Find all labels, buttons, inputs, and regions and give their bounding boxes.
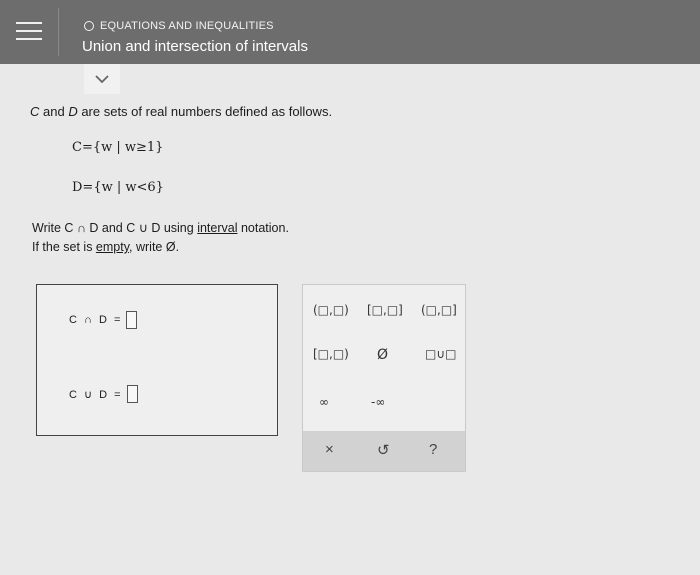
empty-set-line: If the set is empty, write Ø. <box>32 240 179 254</box>
keypad: (□,□) [□,□] (□,□] [□,□) Ø □∪□ ∞ -∞ × ↺ ? <box>302 284 466 472</box>
empty-text: If the set is <box>32 240 96 254</box>
answer-box: C ∩ D = C ∪ D = <box>36 284 278 436</box>
clear-icon[interactable]: × <box>325 441 334 458</box>
undo-icon[interactable]: ↺ <box>377 441 390 459</box>
union-row: C ∪ D = <box>69 385 138 403</box>
menu-icon[interactable] <box>16 22 42 42</box>
negative-infinity-key[interactable]: -∞ <box>371 395 385 409</box>
right-open-interval-key[interactable]: [□,□) <box>313 347 349 361</box>
topic-label: EQUATIONS AND INEQUALITIES <box>84 20 274 32</box>
chevron-down-icon[interactable] <box>84 64 120 94</box>
circle-icon <box>84 21 94 31</box>
union-key[interactable]: □∪□ <box>425 347 456 361</box>
closed-interval-key[interactable]: [□,□] <box>367 303 403 317</box>
set-c-symbol: C <box>30 104 40 119</box>
intro-text: and <box>39 104 69 119</box>
instruction-line: Write C ∩ D and C ∪ D using interval not… <box>32 220 289 235</box>
set-c-definition: C={w | w≥1} <box>72 140 164 155</box>
empty-text-suffix: , write Ø. <box>129 240 180 254</box>
union-label: C ∪ D = <box>69 388 123 401</box>
union-input[interactable] <box>126 385 138 403</box>
topic-text: EQUATIONS AND INEQUALITIES <box>100 20 274 32</box>
top-bar: EQUATIONS AND INEQUALITIES Union and int… <box>0 0 700 64</box>
open-interval-key[interactable]: (□,□) <box>313 303 349 317</box>
problem-intro: C and D are sets of real numbers defined… <box>30 104 332 119</box>
instruction-text: Write C ∩ D and C ∪ D using <box>32 221 198 235</box>
infinity-key[interactable]: ∞ <box>319 395 329 409</box>
instruction-text-suffix: notation. <box>237 221 289 235</box>
empty-link[interactable]: empty <box>96 240 129 254</box>
page-title: Union and intersection of intervals <box>82 38 308 55</box>
help-icon[interactable]: ? <box>429 441 437 458</box>
left-open-interval-key[interactable]: (□,□] <box>421 303 457 317</box>
intersection-input[interactable] <box>126 311 138 329</box>
intersection-label: C ∩ D = <box>69 314 123 326</box>
intersection-row: C ∩ D = <box>69 311 138 329</box>
keypad-actions: × ↺ ? <box>303 431 465 471</box>
interval-link[interactable]: interval <box>197 221 237 235</box>
set-d-definition: D={w | w<6} <box>72 180 164 195</box>
intro-text-suffix: are sets of real numbers defined as foll… <box>77 104 333 119</box>
set-d-symbol: D <box>68 104 78 119</box>
empty-set-key[interactable]: Ø <box>377 347 388 363</box>
divider <box>58 8 59 56</box>
